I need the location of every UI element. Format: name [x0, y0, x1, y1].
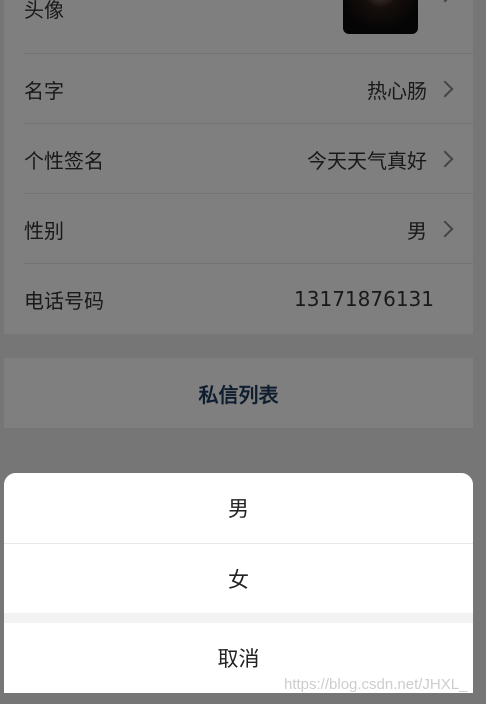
option-male-label: 男 — [228, 497, 249, 521]
option-male[interactable]: 男 — [4, 473, 473, 543]
gender-action-sheet: 男 女 取消 — [4, 473, 473, 693]
cancel-label: 取消 — [217, 647, 260, 671]
option-female-label: 女 — [228, 567, 249, 592]
option-female[interactable]: 女 — [4, 544, 473, 613]
watermark: https://blog.csdn.net/JHXL_ — [284, 676, 468, 693]
